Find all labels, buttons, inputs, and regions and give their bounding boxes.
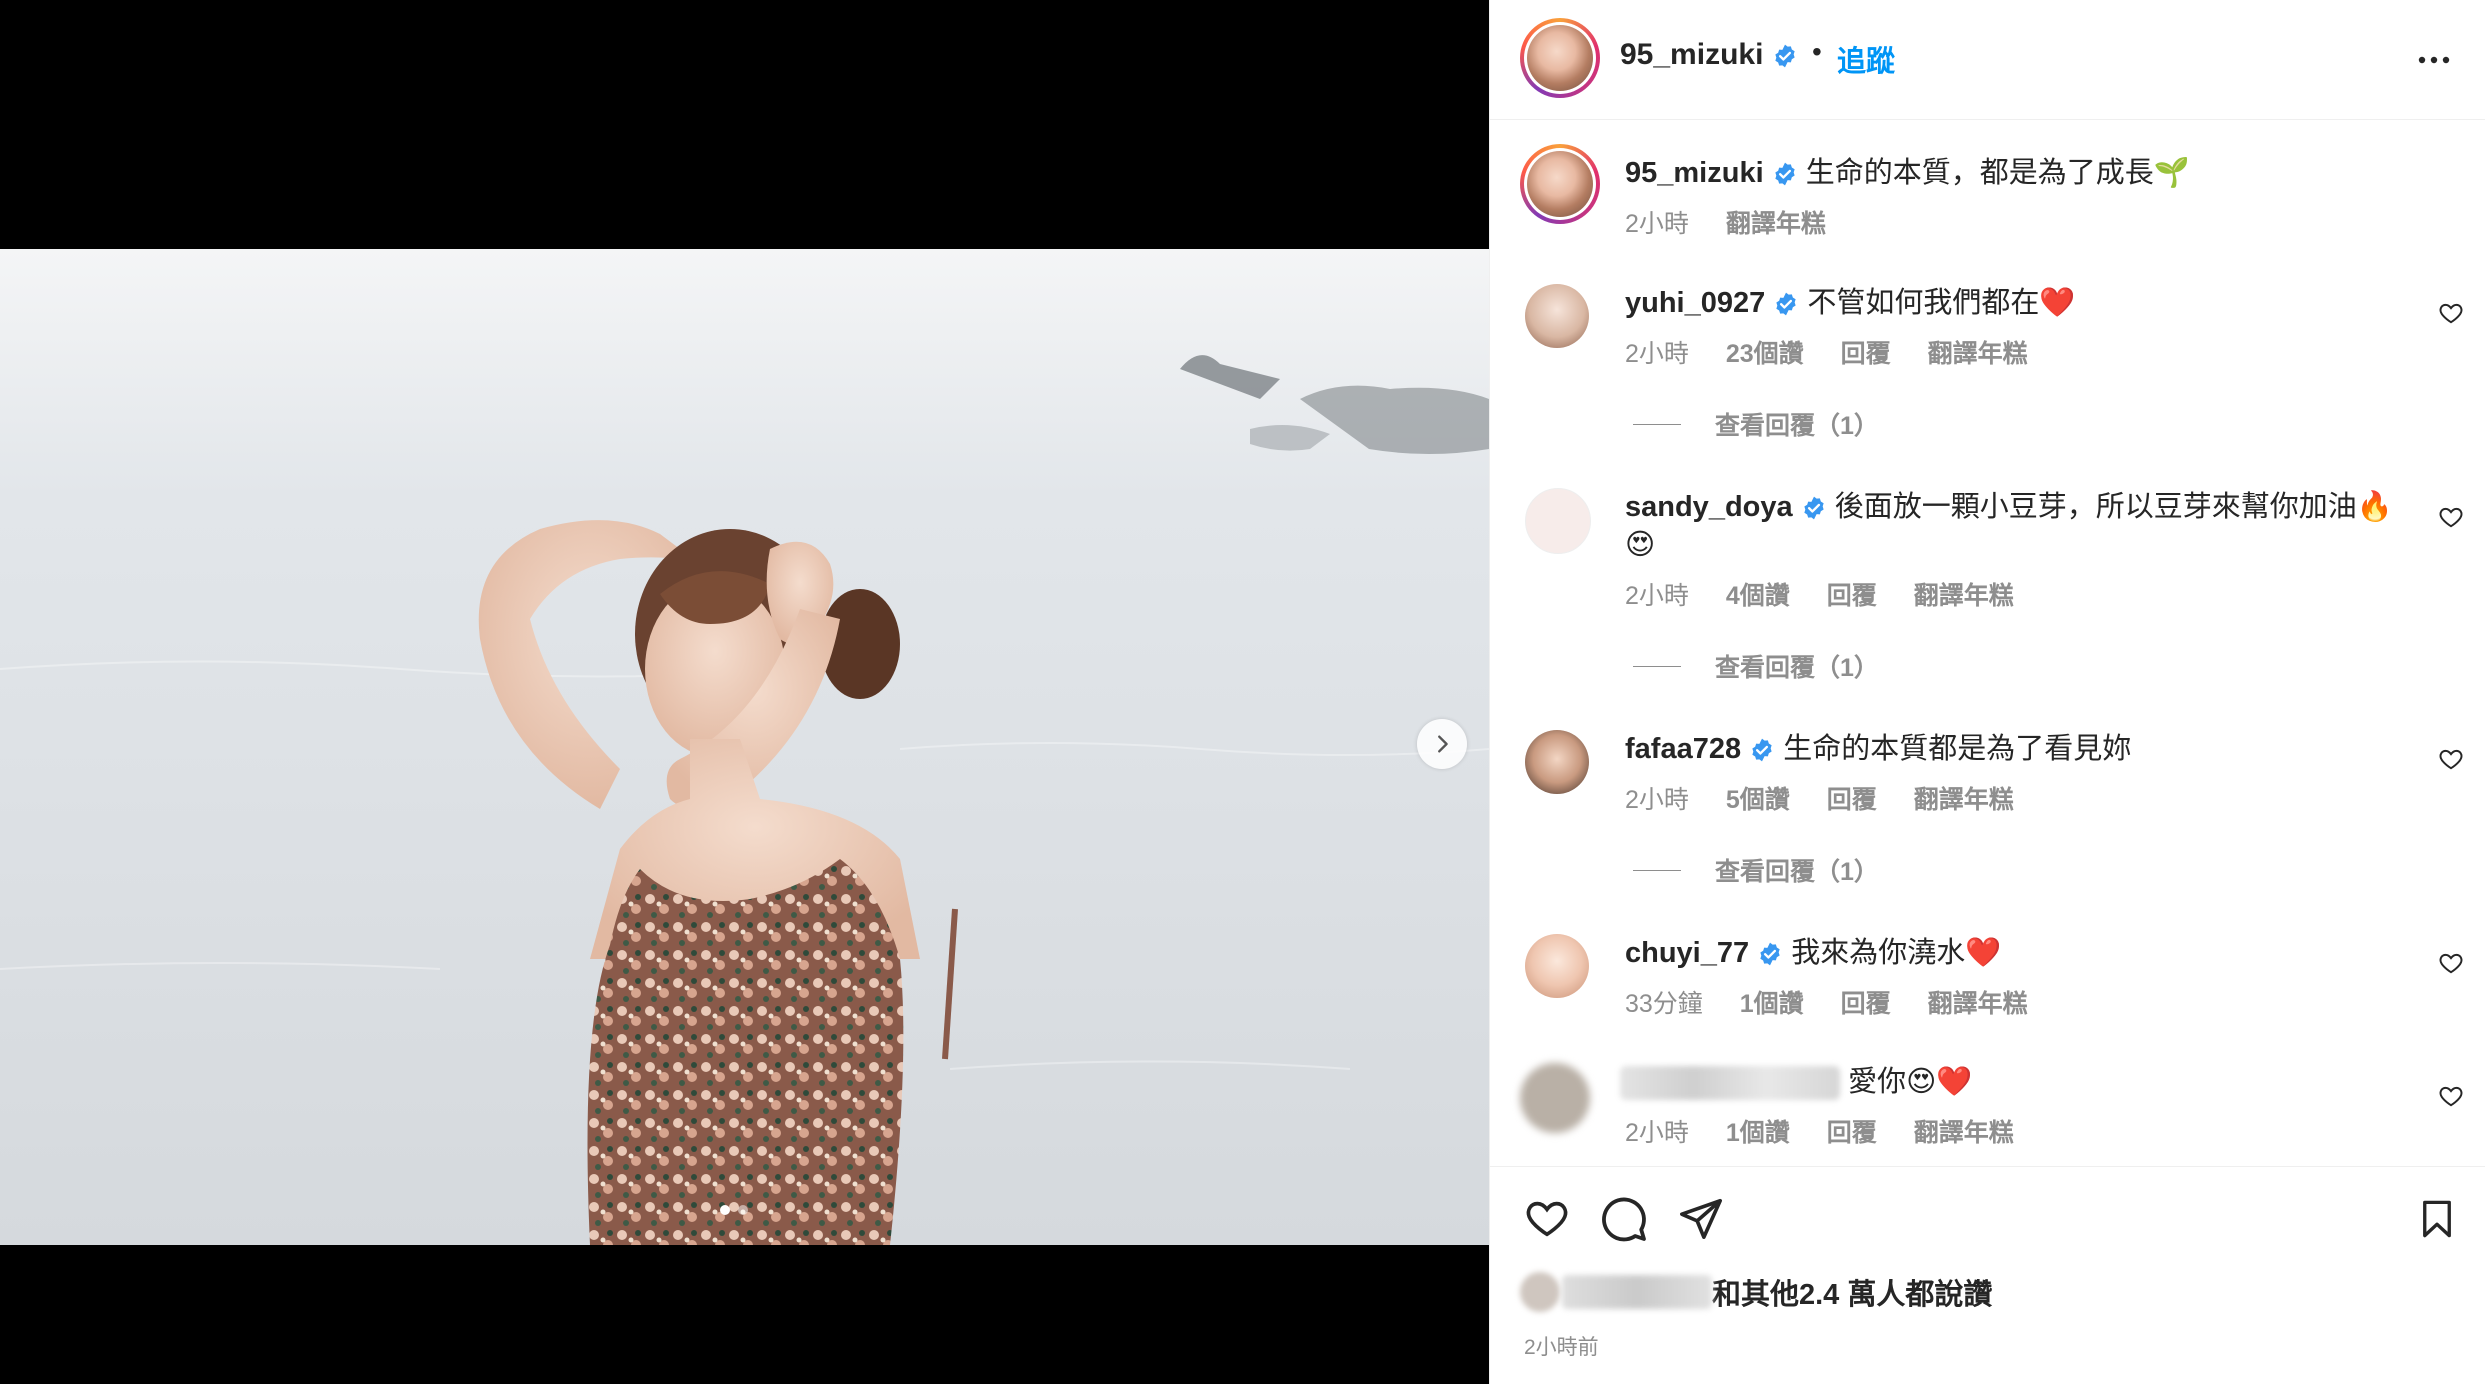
replies-divider: [1633, 665, 1681, 667]
photo-illustration: [0, 249, 1489, 1245]
comment-avatar[interactable]: [1525, 284, 1589, 348]
caption-author-username[interactable]: 95_mizuki: [1625, 157, 1764, 189]
comment-text: sandy_doya 後面放一顆小豆芽，所以豆芽來幫你加油🔥😍: [1625, 488, 2395, 564]
comment-text: yuhi_0927 不管如何我們都在❤️: [1625, 284, 2395, 322]
comment-username-blurred[interactable]: [1620, 1066, 1840, 1101]
comment-likes[interactable]: 5個讚: [1726, 786, 1790, 814]
comment-like-heart-icon[interactable]: [2438, 300, 2464, 326]
liker-avatar-blurred: [1520, 1272, 1560, 1312]
caption-body: 生命的本質，都是為了成長🌱: [1805, 157, 2190, 189]
comment-translate-link[interactable]: 翻譯年糕: [1928, 340, 2028, 368]
comment-body: 不管如何我們都在❤️: [1807, 287, 2076, 319]
comment-time: 33分鐘: [1625, 990, 1703, 1018]
comment-avatar-blurred[interactable]: [1520, 1063, 1590, 1133]
comment-meta: 2小時 23個讚 回覆 翻譯年糕: [1625, 334, 2058, 370]
heart-icon[interactable]: [1522, 1195, 1572, 1241]
view-replies-link[interactable]: 查看回覆（1）: [1633, 648, 1879, 684]
comment-username[interactable]: yuhi_0927: [1625, 287, 1765, 319]
comment-avatar[interactable]: [1525, 730, 1589, 794]
post-detail-panel: 95_mizuki • 追蹤 95_mizuki 生命的本質，都是為了成長🌱 2…: [1489, 0, 2485, 1384]
caption-translate-link[interactable]: 翻譯年糕: [1726, 210, 1826, 238]
comment-likes[interactable]: 1個讚: [1740, 990, 1804, 1018]
bookmark-icon[interactable]: [2416, 1195, 2458, 1243]
comment-username[interactable]: chuyi_77: [1625, 937, 1749, 969]
post-header: 95_mizuki • 追蹤: [1490, 0, 2485, 120]
comment-like-heart-icon[interactable]: [2438, 1083, 2464, 1109]
comment-avatar[interactable]: [1525, 934, 1589, 998]
likes-count-text: 和其他2.4 萬人都說讚: [1712, 1279, 1993, 1311]
comment-translate-link[interactable]: 翻譯年糕: [1928, 990, 2028, 1018]
likes-summary[interactable]: 和其他2.4 萬人都說讚: [1520, 1271, 1992, 1313]
verified-icon: [1752, 738, 1772, 762]
carousel-dot-active: [720, 1205, 730, 1215]
comment-username[interactable]: sandy_doya: [1625, 491, 1793, 523]
comment-translate-link[interactable]: 翻譯年糕: [1914, 786, 2014, 814]
post-photo[interactable]: [0, 249, 1489, 1245]
comment-username[interactable]: fafaa728: [1625, 733, 1741, 765]
comment-body: 生命的本質都是為了看見妳: [1783, 733, 2132, 765]
comment-body: 愛你😍❤️: [1848, 1066, 1973, 1098]
share-icon[interactable]: [1678, 1195, 1724, 1241]
view-replies-link[interactable]: 查看回覆（1）: [1633, 406, 1879, 442]
comments-list: 95_mizuki 生命的本質，都是為了成長🌱 2小時 翻譯年糕 yuhi_09…: [1490, 120, 2485, 1165]
carousel-indicator: [720, 1205, 748, 1215]
replies-divider: [1633, 423, 1681, 425]
comment-likes[interactable]: 1個讚: [1726, 1119, 1790, 1147]
comment-reply-link[interactable]: 回覆: [1841, 340, 1891, 368]
comment-text: chuyi_77 我來為你澆水❤️: [1625, 934, 2395, 972]
comment-time: 2小時: [1625, 340, 1689, 368]
replies-divider: [1633, 869, 1681, 871]
comment-body: 我來為你澆水❤️: [1791, 937, 2002, 969]
post-timestamp: 2小時前: [1524, 1336, 1599, 1359]
comment-icon[interactable]: [1600, 1195, 1648, 1243]
comment-time: 2小時: [1625, 1119, 1689, 1147]
comment-meta: 2小時 4個讚 回覆 翻譯年糕: [1625, 576, 2044, 612]
comment-like-heart-icon[interactable]: [2438, 950, 2464, 976]
author-username[interactable]: 95_mizuki: [1620, 38, 1798, 72]
follow-button[interactable]: 追蹤: [1837, 38, 1895, 80]
liker-name-blurred: [1562, 1275, 1712, 1309]
verified-icon: [1776, 292, 1796, 316]
verified-icon: [1804, 496, 1824, 520]
comment-like-heart-icon[interactable]: [2438, 746, 2464, 772]
comment-likes[interactable]: 23個讚: [1726, 340, 1804, 368]
carousel-next-button[interactable]: [1417, 719, 1467, 769]
caption-time: 2小時: [1625, 210, 1689, 238]
post-media-pane: [0, 0, 1489, 1384]
verified-icon: [1760, 942, 1780, 966]
comment-translate-link[interactable]: 翻譯年糕: [1914, 1119, 2014, 1147]
comment-reply-link[interactable]: 回覆: [1827, 786, 1877, 814]
verified-icon: [1775, 162, 1795, 186]
verified-icon: [1775, 44, 1795, 68]
caption-author-avatar[interactable]: [1520, 144, 1600, 224]
comment-time: 2小時: [1625, 582, 1689, 610]
comment-time: 2小時: [1625, 786, 1689, 814]
more-icon[interactable]: [2416, 42, 2452, 78]
author-avatar[interactable]: [1520, 18, 1600, 98]
comment-translate-link[interactable]: 翻譯年糕: [1914, 582, 2014, 610]
comment-reply-link[interactable]: 回覆: [1841, 990, 1891, 1018]
comment-reply-link[interactable]: 回覆: [1827, 582, 1877, 610]
caption-text: 95_mizuki 生命的本質，都是為了成長🌱: [1625, 154, 2395, 192]
comment-avatar[interactable]: [1525, 488, 1591, 554]
view-replies-label: 查看回覆（1）: [1715, 412, 1879, 440]
header-separator: •: [1812, 36, 1822, 67]
comment-meta: 33分鐘 1個讚 回覆 翻譯年糕: [1625, 984, 2058, 1020]
view-replies-label: 查看回覆（1）: [1715, 654, 1879, 682]
post-actions: 和其他2.4 萬人都說讚 2小時前: [1490, 1166, 2485, 1385]
comment-likes[interactable]: 4個讚: [1726, 582, 1790, 610]
chevron-right-icon: [1438, 735, 1448, 753]
view-replies-link[interactable]: 查看回覆（1）: [1633, 852, 1879, 888]
comment-like-heart-icon[interactable]: [2438, 504, 2464, 530]
carousel-dot: [738, 1205, 748, 1215]
caption-meta: 2小時 翻譯年糕: [1625, 204, 1856, 240]
view-replies-label: 查看回覆（1）: [1715, 858, 1879, 886]
comment-reply-link[interactable]: 回覆: [1827, 1119, 1877, 1147]
comment-meta: 2小時 1個讚 回覆 翻譯年糕: [1625, 1113, 2044, 1149]
comment-text: fafaa728 生命的本質都是為了看見妳: [1625, 730, 2395, 768]
comment-meta: 2小時 5個讚 回覆 翻譯年糕: [1625, 780, 2044, 816]
comment-text: 愛你😍❤️: [1620, 1063, 2390, 1101]
